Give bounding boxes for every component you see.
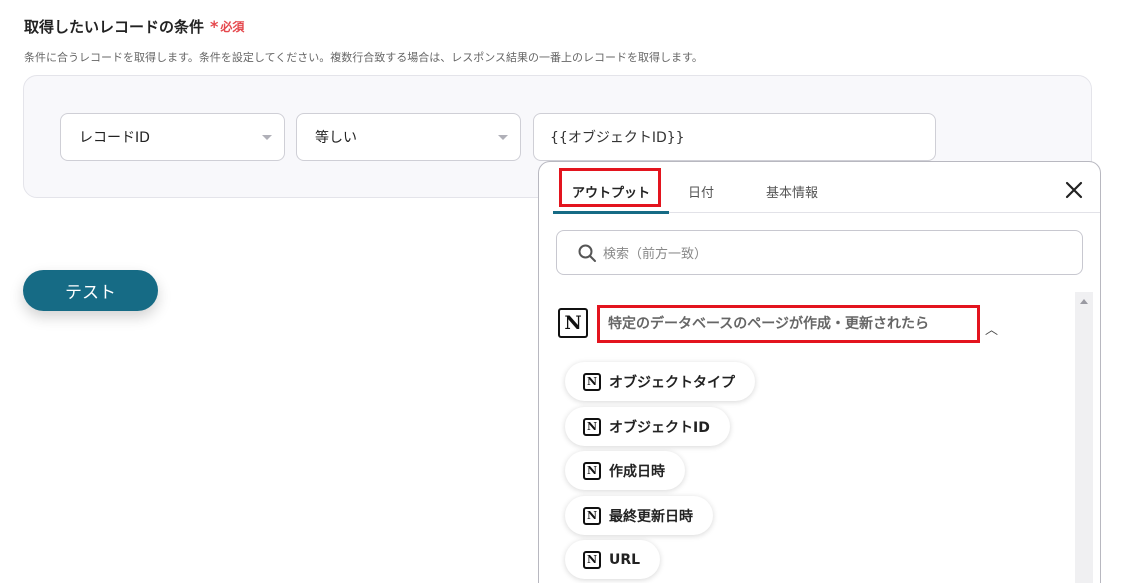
search-placeholder: 検索（前方一致）: [603, 247, 708, 262]
highlight-tab-output: [559, 168, 661, 207]
close-icon[interactable]: [1062, 178, 1086, 202]
scroll-up-arrow-icon[interactable]: [1080, 299, 1088, 304]
notion-icon: N: [583, 550, 601, 569]
output-item[interactable]: N 最終更新日時: [565, 496, 713, 535]
operator-select-value: 等しい: [315, 130, 357, 146]
field-select-value: レコードID: [79, 130, 150, 146]
output-item[interactable]: N オブジェクトID: [565, 407, 730, 446]
notion-icon: N: [583, 417, 601, 436]
field-select[interactable]: レコードID: [60, 113, 285, 161]
output-item[interactable]: N 作成日時: [565, 451, 685, 490]
section-description: 条件に合うレコードを取得します。条件を設定してください。複数行合致する場合は、レ…: [24, 51, 703, 64]
highlight-group-title: [597, 305, 980, 343]
scrollbar[interactable]: [1075, 292, 1093, 583]
search-input[interactable]: 検索（前方一致）: [556, 230, 1083, 275]
output-item-label: URL: [609, 551, 641, 568]
section-title: 取得したいレコードの条件 * 必須: [24, 16, 244, 37]
chevron-down-icon: [498, 135, 508, 140]
test-button[interactable]: テスト: [23, 270, 158, 311]
operator-select[interactable]: 等しい: [296, 113, 521, 161]
value-input-text: {{オブジェクトID}}: [550, 130, 685, 146]
notion-icon: N: [583, 506, 601, 525]
required-asterisk: *: [210, 16, 219, 36]
tab-date[interactable]: 日付: [681, 170, 721, 213]
notion-icon: N: [583, 372, 601, 391]
tab-basic-info[interactable]: 基本情報: [749, 170, 835, 213]
output-item-label: オブジェクトID: [609, 419, 710, 436]
required-label: 必須: [220, 20, 245, 34]
chevron-up-icon[interactable]: ︿: [985, 319, 998, 338]
search-icon: [578, 244, 596, 262]
value-input[interactable]: {{オブジェクトID}}: [533, 113, 936, 161]
required-badge: * 必須: [210, 18, 244, 35]
output-item[interactable]: N URL: [565, 540, 661, 579]
output-item-label: オブジェクトタイプ: [609, 374, 735, 391]
section-title-text: 取得したいレコードの条件: [24, 18, 205, 36]
chevron-down-icon: [262, 135, 272, 140]
output-item-label: 最終更新日時: [609, 508, 693, 525]
output-item[interactable]: N オブジェクトタイプ: [565, 362, 755, 401]
output-item-label: 作成日時: [609, 463, 665, 480]
notion-icon: N: [583, 461, 601, 480]
notion-icon: N: [558, 308, 588, 338]
